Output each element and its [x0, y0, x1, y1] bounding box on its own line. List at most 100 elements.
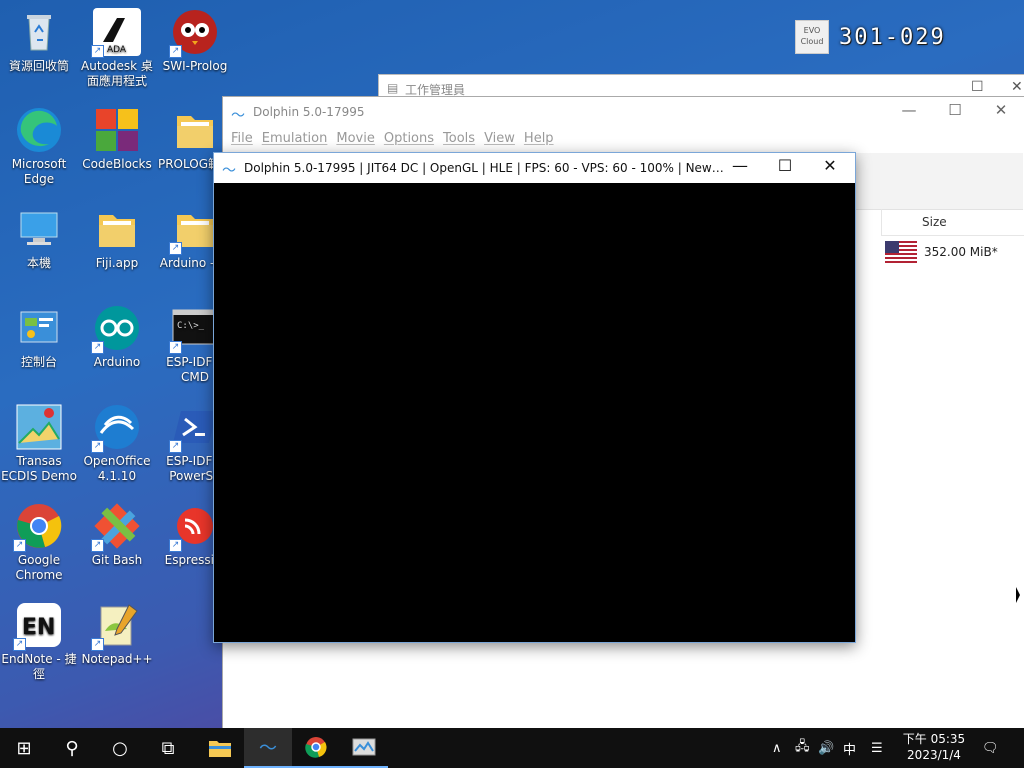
maximize-button[interactable]: ☐	[935, 101, 975, 119]
desktop-icon-label: Autodesk 桌面應用程式	[81, 59, 153, 88]
desktop-icon-label: Microsoft Edge	[11, 157, 67, 186]
task-manager-icon	[352, 738, 376, 756]
desktop-icon-codeblocks[interactable]: CodeBlocks	[78, 106, 156, 172]
desktop-icon-label: SWI-Prolog	[162, 59, 228, 73]
task-manager-close-button[interactable]: ✕	[1011, 79, 1023, 95]
search-button[interactable]: ⚲	[48, 728, 96, 768]
shortcut-arrow-icon: ↗	[91, 539, 104, 552]
desktop-icon-label: Fiji.app	[95, 256, 139, 270]
desktop-icon-label: 控制台	[20, 355, 57, 369]
network-icon: 🖧	[795, 739, 810, 754]
desktop-icon-git-bash[interactable]: ↗ Git Bash	[78, 502, 156, 568]
shortcut-arrow-icon: ↗	[91, 638, 104, 651]
menu-file[interactable]: File	[231, 127, 262, 149]
menu-movie[interactable]: Movie	[336, 127, 383, 149]
powershell-icon: ↗	[169, 403, 219, 453]
task-view-button[interactable]: ⧉	[144, 728, 192, 768]
desktop-icon-endnote[interactable]: EN ↗ EndNote - 捷徑	[0, 601, 78, 682]
desktop-icon-transas[interactable]: Transas ECDIS Demo	[0, 403, 78, 484]
machine-id: 301-029	[839, 24, 946, 50]
file-explorer-icon	[209, 741, 231, 757]
desktop-icon-swi-prolog[interactable]: ↗ SWI-Prolog	[156, 8, 234, 74]
ime-indicator: 中	[843, 742, 857, 758]
swi-prolog-icon: ↗	[169, 8, 219, 58]
menu-view[interactable]: View	[484, 127, 524, 149]
shortcut-arrow-icon: ↗	[91, 440, 104, 453]
render-maximize-button[interactable]: ☐	[763, 156, 807, 175]
transas-icon	[15, 403, 63, 451]
notification-icon: 🗨	[982, 740, 999, 756]
usa-flag-icon	[885, 241, 917, 263]
close-button[interactable]: ✕	[981, 101, 1021, 119]
desktop-icon-label: 本機	[26, 256, 51, 270]
desktop-icon-arduino[interactable]: ↗ Arduino	[78, 304, 156, 370]
tray-expand-button[interactable]: ∧	[772, 728, 782, 768]
git-icon: ↗	[91, 502, 141, 552]
desktop-icon-autodesk[interactable]: ADA ↗ Autodesk 桌面應用程式	[78, 8, 156, 89]
render-titlebar[interactable]: 〜 Dolphin 5.0-17995 | JIT64 DC | OpenGL …	[214, 153, 855, 183]
dolphin-main-titlebar[interactable]: 〜 Dolphin 5.0-17995 — ☐ ✕	[223, 97, 1024, 127]
search-icon: ⚲	[65, 737, 79, 759]
menu-tools[interactable]: Tools	[443, 127, 484, 149]
mouse-cursor-icon	[1016, 587, 1020, 603]
notification-button[interactable]: 🗨	[982, 728, 999, 768]
taskbar-chrome[interactable]	[292, 728, 340, 768]
desktop-icon-edge[interactable]: Microsoft Edge	[0, 106, 78, 187]
folder-icon: ↗	[169, 205, 219, 255]
ime-mode-icon: ☰	[871, 740, 883, 756]
desktop-icon-label: Arduino	[93, 355, 141, 369]
shortcut-arrow-icon: ↗	[169, 45, 182, 58]
edge-icon	[15, 106, 63, 154]
taskbar-task-manager[interactable]	[340, 728, 388, 768]
notepadpp-icon: ↗	[91, 601, 141, 651]
render-title: Dolphin 5.0-17995 | JIT64 DC | OpenGL | …	[244, 161, 724, 175]
tray-volume[interactable]: 🔊	[818, 728, 834, 768]
taskbar-clock[interactable]: 下午 05:35 2023/1/4	[897, 731, 971, 763]
taskbar: ⊞ ⚲ ○ ⧉ 〜 ∧ 🖧 🔊 中 ☰ 下午 05:35 2023/1/4 🗨	[0, 728, 1024, 768]
desktop-icon-notepadpp[interactable]: ↗ Notepad++	[78, 601, 156, 667]
minimize-button[interactable]: —	[889, 101, 929, 119]
task-manager-maximize-button[interactable]: ☐	[971, 79, 984, 95]
column-header-size[interactable]: Size	[881, 209, 1024, 236]
chrome-icon: ↗	[13, 502, 63, 552]
desktop-icon-this-pc[interactable]: 本機	[0, 205, 78, 271]
svg-text:C:\>_: C:\>_	[177, 321, 205, 331]
desktop-icon-openoffice[interactable]: ↗ OpenOffice 4.1.10	[78, 403, 156, 484]
arduino-icon: ↗	[91, 304, 141, 354]
desktop-icon-fiji[interactable]: Fiji.app	[78, 205, 156, 271]
codeblocks-icon	[93, 106, 141, 154]
desktop-icon-control-panel[interactable]: 控制台	[0, 304, 78, 370]
tray-ime[interactable]: 中	[843, 728, 856, 768]
column-header-size-label: Size	[922, 215, 947, 229]
tray-network[interactable]: 🖧	[795, 728, 810, 768]
menu-emulation[interactable]: Emulation	[262, 127, 337, 149]
game-size: 352.00 MiB*	[924, 245, 998, 259]
taskbar-file-explorer[interactable]	[196, 728, 244, 768]
shortcut-arrow-icon: ↗	[91, 341, 104, 354]
dolphin-render-window[interactable]: 〜 Dolphin 5.0-17995 | JIT64 DC | OpenGL …	[213, 152, 856, 643]
desktop-icon-label: 資源回收筒	[8, 59, 69, 73]
menu-help[interactable]: Help	[524, 127, 563, 149]
menu-bar: File Emulation Movie Options Tools View …	[223, 127, 1024, 149]
svg-text:EN: EN	[22, 615, 55, 640]
render-surface[interactable]	[214, 183, 855, 641]
taskbar-dolphin[interactable]: 〜	[244, 728, 292, 768]
render-close-button[interactable]: ✕	[808, 156, 852, 175]
desktop-icon-label: Transas ECDIS Demo	[1, 454, 77, 483]
desktop-icon-recycle-bin[interactable]: 資源回收筒	[0, 8, 78, 74]
render-minimize-button[interactable]: —	[718, 156, 762, 175]
folder-icon	[171, 106, 219, 154]
cortana-button[interactable]: ○	[96, 728, 144, 768]
start-button[interactable]: ⊞	[0, 728, 48, 768]
desktop-icon-label: CodeBlocks	[82, 157, 152, 171]
desktop-icon-chrome[interactable]: ↗ Google Chrome	[0, 502, 78, 583]
dolphin-icon: 〜	[231, 108, 245, 124]
shortcut-arrow-icon: ↗	[169, 440, 182, 453]
chrome-icon	[305, 737, 327, 758]
menu-options[interactable]: Options	[384, 127, 443, 149]
windows-logo-icon: ⊞	[16, 737, 32, 759]
clock-time: 下午 05:35	[902, 732, 966, 746]
desktop-icon-label: Git Bash	[91, 553, 143, 567]
game-list-row[interactable]: 352.00 MiB*	[885, 241, 998, 263]
tray-ime-mode[interactable]: ☰	[871, 728, 883, 768]
